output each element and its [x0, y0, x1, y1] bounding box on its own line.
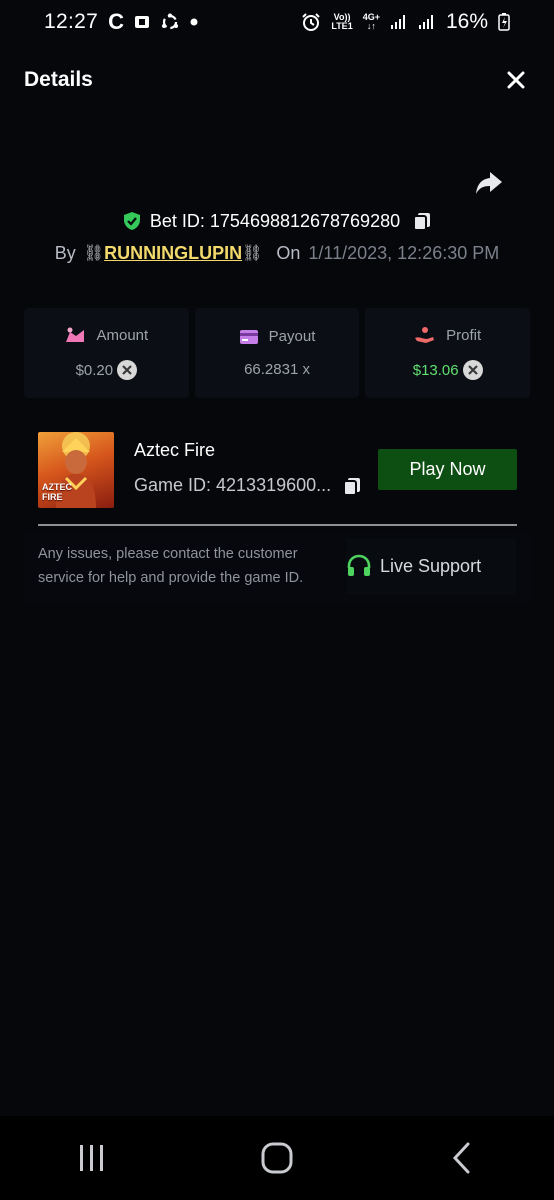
- money-bag-icon: [66, 327, 85, 342]
- battery-charging-icon: [498, 13, 510, 31]
- volte-bottom: LTE1: [331, 21, 353, 31]
- share-icon: [476, 172, 502, 194]
- payout-value: 66.2831 x: [244, 361, 310, 378]
- bet-meta-row: By ⛓ RUNNINGLUPIN ⛓ On 1/11/2023, 12:26:…: [0, 240, 554, 266]
- amount-value: $0.20: [75, 361, 114, 379]
- headset-icon: [347, 554, 371, 576]
- recent-apps-icon: [80, 1145, 104, 1171]
- game-row: AZTEC FIRE Aztec Fire Game ID: 421331960…: [38, 432, 518, 508]
- game-thumbnail-title: AZTEC FIRE: [42, 482, 72, 502]
- profit-label: Profit: [446, 326, 482, 344]
- chain-right-icon: ⛓: [242, 245, 263, 262]
- game-thumbnail[interactable]: AZTEC FIRE: [38, 432, 114, 508]
- thumb-line1: AZTEC: [42, 482, 72, 492]
- amount-label: Amount: [96, 326, 149, 344]
- coin-icon: [462, 360, 483, 380]
- profit-value: $13.06: [412, 361, 459, 379]
- sync-icon: [160, 12, 180, 32]
- coin-icon: [117, 360, 138, 380]
- back-icon: [452, 1142, 470, 1174]
- card-icon: [239, 329, 258, 344]
- status-bar-right: Vo)) LTE1 4G+ ↓↑ 16%: [301, 10, 510, 34]
- signal-icon: [390, 14, 408, 30]
- support-message: Any issues, please contact the customer …: [38, 546, 304, 586]
- stat-profit: Profit $13.06: [365, 308, 531, 398]
- carrier-icon: C: [108, 9, 124, 34]
- thumb-line2: FIRE: [42, 492, 63, 502]
- bet-stats: Amount $0.20 Payout 66.2831 x Profit $13…: [24, 308, 531, 398]
- home-icon: [261, 1142, 293, 1174]
- live-support-button[interactable]: Live Support: [346, 538, 516, 594]
- support-section: Any issues, please contact the customer …: [24, 532, 530, 604]
- on-label: On: [276, 242, 301, 263]
- dot-icon: [190, 18, 198, 26]
- stat-amount: Amount $0.20: [24, 308, 189, 398]
- details-header: Details: [0, 58, 554, 102]
- copy-icon: [343, 478, 360, 496]
- page-title: Details: [24, 68, 93, 91]
- status-bar: 12:27 C Vo)) LTE1 4G+ ↓↑ 16%: [0, 0, 554, 44]
- notification-app-icon: [134, 14, 150, 30]
- share-button[interactable]: [474, 170, 504, 196]
- network-type: 4G+ ↓↑: [363, 13, 380, 31]
- play-now-button[interactable]: Play Now: [378, 449, 517, 490]
- hand-person-icon: [415, 327, 435, 343]
- shield-check-icon: [123, 212, 140, 230]
- divider: [38, 524, 517, 526]
- clock: 12:27: [44, 10, 99, 33]
- stat-payout: Payout 66.2831 x: [194, 308, 360, 398]
- network-bottom: ↓↑: [366, 21, 376, 31]
- live-support-label: Live Support: [380, 555, 482, 576]
- bet-id: Bet ID: 1754698812678769280: [149, 210, 401, 231]
- game-id: Game ID: 4213319600...: [134, 475, 332, 495]
- close-icon: [507, 71, 525, 89]
- close-button[interactable]: [502, 66, 530, 94]
- recent-apps-button[interactable]: [62, 1128, 122, 1188]
- home-button[interactable]: [247, 1128, 307, 1188]
- battery-percent: 16%: [445, 10, 488, 33]
- signal-2-icon: [418, 14, 436, 30]
- bet-id-row: Bet ID: 1754698812678769280: [0, 206, 554, 236]
- back-button[interactable]: [432, 1128, 492, 1188]
- by-label: By: [54, 242, 76, 263]
- bet-datetime: 1/11/2023, 12:26:30 PM: [308, 242, 500, 263]
- status-bar-left: 12:27 C: [44, 9, 198, 35]
- username-link[interactable]: RUNNINGLUPIN: [104, 243, 242, 264]
- copy-game-id-button[interactable]: [342, 476, 364, 498]
- alarm-icon: [301, 12, 321, 32]
- volte-indicator: Vo)) LTE1: [331, 13, 352, 31]
- payout-label: Payout: [268, 328, 316, 345]
- game-name: Aztec Fire: [134, 440, 216, 460]
- chain-left-icon: ⛓: [83, 245, 105, 262]
- copy-icon[interactable]: [412, 211, 432, 231]
- system-nav-bar: [0, 1116, 554, 1200]
